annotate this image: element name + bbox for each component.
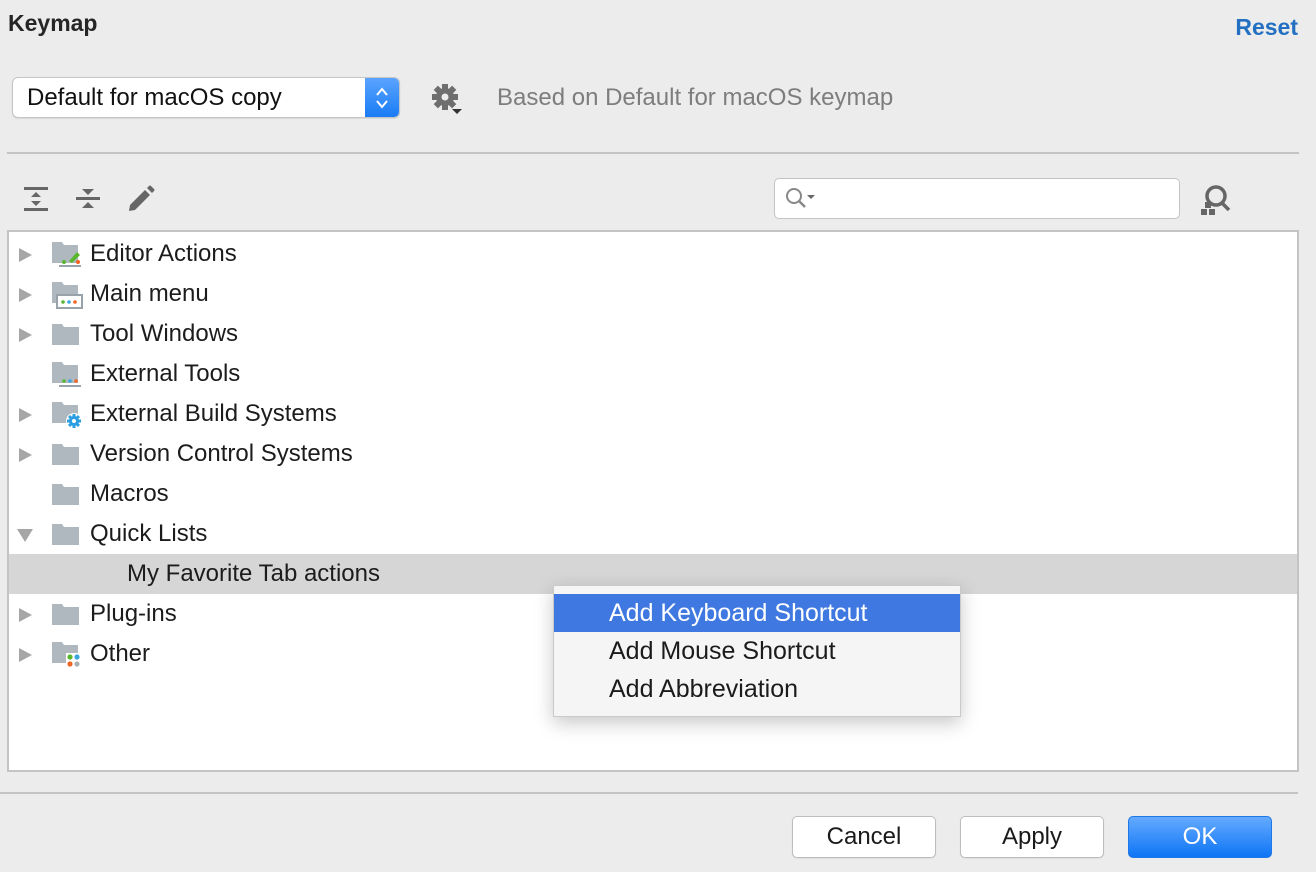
expand-arrow-icon[interactable] (15, 284, 35, 304)
keymap-select[interactable]: Default for macOS copy (12, 77, 400, 118)
cancel-button[interactable]: Cancel (792, 816, 936, 858)
folder-icon (51, 521, 83, 549)
collapse-all-icon[interactable] (74, 184, 104, 214)
expand-all-icon[interactable] (22, 184, 52, 214)
expand-arrow-icon[interactable] (15, 404, 35, 424)
folder-build-systems-icon (51, 401, 83, 429)
expand-arrow-icon[interactable] (15, 604, 35, 624)
tree-item-version-control-systems[interactable]: Version Control Systems (9, 434, 1297, 474)
folder-icon (51, 321, 83, 349)
keymap-select-value: Default for macOS copy (27, 83, 282, 111)
ok-button[interactable]: OK (1128, 816, 1272, 858)
search-input[interactable] (823, 183, 1173, 215)
collapse-arrow-icon[interactable] (15, 524, 35, 544)
tree-item-editor-actions[interactable]: Editor Actions (9, 234, 1297, 274)
expand-arrow-icon[interactable] (15, 444, 35, 464)
menu-item-add-keyboard-shortcut[interactable]: Add Keyboard Shortcut (554, 594, 960, 632)
divider (7, 152, 1299, 154)
folder-other-icon (51, 641, 83, 669)
context-menu: Add Keyboard Shortcut Add Mouse Shortcut… (553, 585, 961, 717)
menu-item-add-mouse-shortcut[interactable]: Add Mouse Shortcut (554, 632, 960, 670)
expand-arrow-icon[interactable] (15, 644, 35, 664)
tree-item-tool-windows[interactable]: Tool Windows (9, 314, 1297, 354)
search-icon[interactable] (785, 187, 821, 211)
folder-icon (51, 601, 83, 629)
folder-editor-actions-icon (51, 241, 83, 269)
search-field[interactable] (774, 178, 1180, 219)
find-by-shortcut-icon[interactable] (1196, 182, 1234, 218)
folder-icon (51, 481, 83, 509)
expand-arrow-icon[interactable] (15, 244, 35, 264)
select-stepper-icon (365, 78, 399, 117)
divider (0, 792, 1298, 794)
tree-item-macros[interactable]: Macros (9, 474, 1297, 514)
based-on-label: Based on Default for macOS keymap (497, 84, 894, 111)
folder-external-tools-icon (51, 361, 83, 389)
edit-pencil-icon[interactable] (126, 184, 156, 214)
keymap-settings-gear-icon[interactable] (430, 82, 466, 116)
folder-main-menu-icon (51, 281, 83, 309)
tree-item-external-tools[interactable]: External Tools (9, 354, 1297, 394)
tree-item-quick-lists[interactable]: Quick Lists (9, 514, 1297, 554)
folder-icon (51, 441, 83, 469)
reset-link[interactable]: Reset (1235, 14, 1298, 41)
expand-arrow-icon[interactable] (15, 324, 35, 344)
menu-item-add-abbreviation[interactable]: Add Abbreviation (554, 670, 960, 708)
tree-item-external-build-systems[interactable]: External Build Systems (9, 394, 1297, 434)
page-title: Keymap (8, 10, 98, 36)
apply-button[interactable]: Apply (960, 816, 1104, 858)
tree-item-main-menu[interactable]: Main menu (9, 274, 1297, 314)
